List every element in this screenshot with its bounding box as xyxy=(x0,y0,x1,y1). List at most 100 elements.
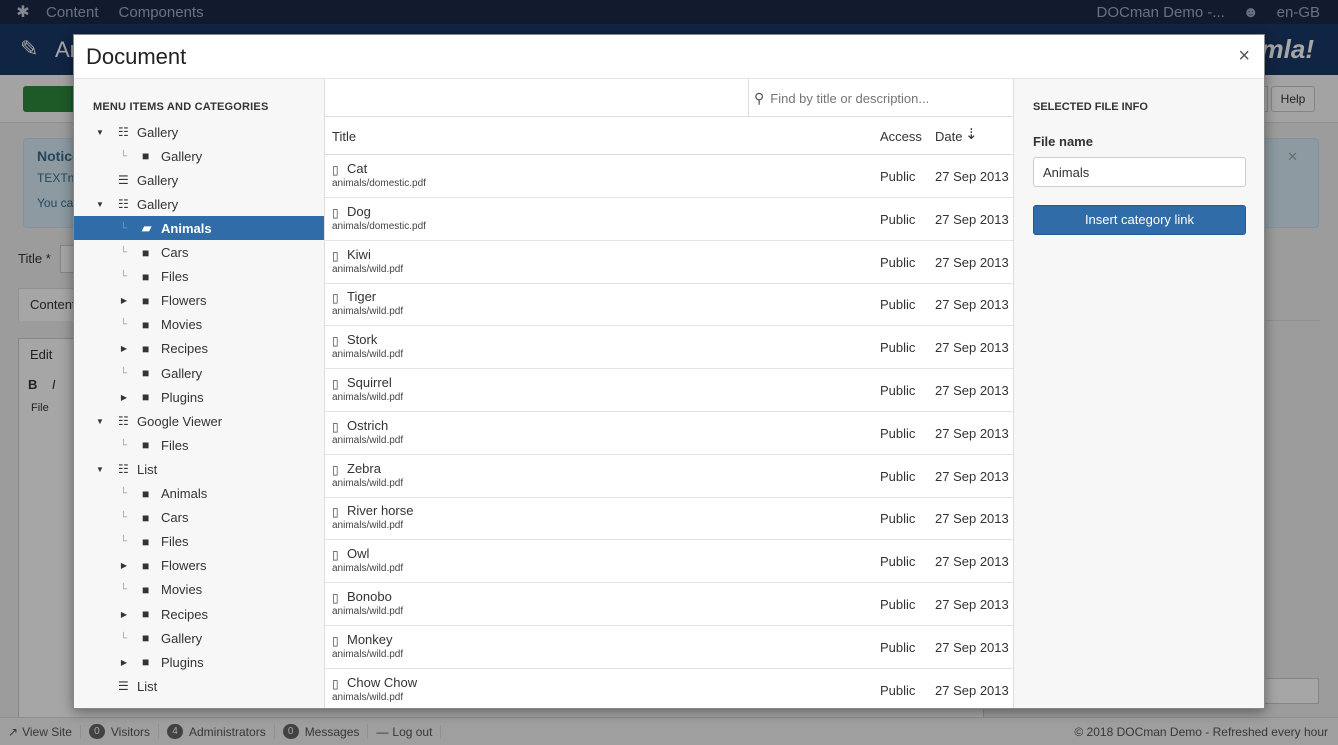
table-row[interactable]: ▯ Owl animals/wild.pdf Public 27 Sep 2013 xyxy=(325,540,1013,584)
file-access: Public xyxy=(880,169,916,184)
caret-right-icon[interactable]: ▶ xyxy=(119,344,129,353)
file-name-label: File name xyxy=(1033,134,1093,149)
folder-icon: ■ xyxy=(142,341,150,356)
file-title: Squirrel xyxy=(347,375,392,390)
caret-right-icon[interactable]: ▶ xyxy=(119,393,129,402)
folder-icon: ■ xyxy=(142,486,150,501)
insert-category-link-button[interactable]: Insert category link xyxy=(1033,205,1246,235)
tree-item[interactable]: ▶ ■ Plugins xyxy=(74,385,324,409)
tree-item[interactable]: ▶ ■ Recipes xyxy=(74,337,324,361)
pdf-file-icon: ▯ xyxy=(332,633,339,648)
tree-item[interactable]: └ ■ Movies xyxy=(74,578,324,602)
tree-item-label: Flowers xyxy=(161,558,207,574)
table-row[interactable]: ▯ Squirrel animals/wild.pdf Public 27 Sep 20… xyxy=(325,369,1013,412)
tree-item[interactable]: ▼ ☷ List xyxy=(74,457,324,481)
tree-item-label: Animals xyxy=(161,220,212,236)
tree-item-label: Movies xyxy=(161,317,203,333)
pdf-file-icon: ▯ xyxy=(332,205,339,220)
sort-descending-icon[interactable]: ⇣ xyxy=(965,125,978,143)
table-row[interactable]: ▯ Dog animals/domestic.pdf Public 27 Sep 201… xyxy=(325,198,1013,241)
tree-item-label: Cars xyxy=(161,245,189,260)
table-row[interactable]: ▯ Bonobo animals/wild.pdf Public 27 Sep 2013 xyxy=(325,583,1013,626)
file-title: Ostrich xyxy=(347,417,389,433)
tree-item[interactable]: ☰ List xyxy=(74,674,324,698)
table-row[interactable]: ▯ Chow Chow animals/wild.pdf Public 27 Sep 2… xyxy=(325,669,1013,708)
tree-item[interactable]: ▼ ☷ Gallery xyxy=(74,120,324,144)
file-date: 27 Sep 2013 xyxy=(935,169,1009,184)
search-box: ⚲ xyxy=(748,79,1013,117)
file-title: Monkey xyxy=(347,631,393,647)
tree-item-label: Gallery xyxy=(161,365,203,381)
table-row[interactable]: ▯ Monkey animals/wild.pdf Public 27 Sep 2013 xyxy=(325,626,1013,669)
file-access: Public xyxy=(880,682,916,698)
tree-item[interactable]: └ ■ Animals xyxy=(74,482,324,506)
tree-item[interactable]: ☰ Gallery xyxy=(74,168,324,192)
caret-right-icon[interactable]: ▶ xyxy=(119,610,129,619)
file-access: Public xyxy=(880,254,916,270)
tree-item[interactable]: ▶ ■ Flowers xyxy=(74,554,324,578)
file-path: animals/domestic.pdf xyxy=(332,178,426,189)
table-row[interactable]: ▯ River horse animals/wild.pdf Public 27 Sep… xyxy=(325,497,1013,541)
tree-item-label: Movies xyxy=(161,582,203,598)
caret-right-icon[interactable]: ▶ xyxy=(119,658,129,667)
modal-title: Document xyxy=(86,44,187,69)
tree-item-label: Files xyxy=(161,534,189,550)
file-name-field[interactable] xyxy=(1033,157,1246,187)
tree-item[interactable]: └ ■ Movies xyxy=(74,313,324,337)
tree-item-label: Gallery xyxy=(161,148,203,164)
caret-right-icon[interactable]: ▶ xyxy=(119,296,129,305)
table-row[interactable]: ▯ Stork animals/wild.pdf Public 27 Sep 2013 xyxy=(325,326,1013,370)
folder-icon: ■ xyxy=(142,149,150,164)
tree-item[interactable]: └ ■ Cars xyxy=(74,241,324,265)
file-path: animals/wild.pdf xyxy=(332,349,404,361)
column-date[interactable]: Date xyxy=(935,129,962,144)
tree-item-label: Flowers xyxy=(161,293,207,309)
tree-item[interactable]: └ ■ Files xyxy=(74,433,324,457)
tree-item[interactable]: └ ■ Gallery xyxy=(74,626,324,650)
file-title: Kiwi xyxy=(347,246,371,262)
table-row[interactable]: ▯ Zebra animals/wild.pdf Public 27 Sep 2013 xyxy=(325,455,1013,498)
tree-item[interactable]: ▶ ■ Plugins xyxy=(74,650,324,674)
file-path: animals/wild.pdf xyxy=(332,520,404,532)
folder-icon: ■ xyxy=(142,293,150,308)
file-date: 27 Sep 2013 xyxy=(935,383,1009,398)
file-path: animals/wild.pdf xyxy=(332,263,404,275)
tree-item[interactable]: └ ■ Files xyxy=(74,265,324,289)
caret-down-icon[interactable]: ▼ xyxy=(95,417,105,426)
table-row[interactable]: ▯ Tiger animals/wild.pdf Public 27 Sep 2013 xyxy=(325,283,1013,327)
tree-item[interactable]: └ ■ Files xyxy=(74,530,324,554)
branch-line-icon: └ xyxy=(120,536,128,548)
tree-item[interactable]: └ ■ Gallery xyxy=(74,361,324,385)
caret-down-icon[interactable]: ▼ xyxy=(95,128,105,137)
tree-item-label: Cars xyxy=(161,510,189,526)
search-icon: ⚲ xyxy=(754,89,765,106)
menu-tree-icon: ☷ xyxy=(118,197,129,212)
table-row[interactable]: ▯ Cat animals/domestic.pdf Public 27 Sep 201… xyxy=(325,155,1013,198)
tree-item[interactable]: ▶ ■ Recipes xyxy=(74,602,324,626)
pdf-file-icon: ▯ xyxy=(332,676,339,691)
branch-line-icon: └ xyxy=(120,584,128,596)
close-icon[interactable]: × xyxy=(1238,45,1250,68)
file-date: 27 Sep 2013 xyxy=(935,297,1009,313)
branch-line-icon: └ xyxy=(120,439,128,451)
file-title: Owl xyxy=(347,546,370,562)
column-title[interactable]: Title xyxy=(332,129,356,144)
table-row[interactable]: ▯ Kiwi animals/wild.pdf Public 27 Sep 2013 xyxy=(325,241,1013,284)
caret-down-icon[interactable]: ▼ xyxy=(95,200,105,209)
document-modal: Document × MENU ITEMS AND CATEGORIES ▼ ☷ G… xyxy=(73,34,1265,709)
file-access: Public xyxy=(880,468,916,484)
tree-item[interactable]: ▶ ■ Flowers xyxy=(74,289,324,313)
tree-item[interactable]: └ ■ Cars xyxy=(74,506,324,530)
menu-list-icon: ☰ xyxy=(118,679,129,694)
caret-right-icon[interactable]: ▶ xyxy=(119,561,129,570)
tree-item[interactable]: ▼ ☷ Gallery xyxy=(74,192,324,216)
file-path: animals/wild.pdf xyxy=(332,477,404,489)
tree-item[interactable]: ▼ ☷ Google Viewer xyxy=(74,409,324,433)
table-row[interactable]: ▯ Ostrich animals/wild.pdf Public 27 Sep 201… xyxy=(325,412,1013,455)
tree-item-label: Recipes xyxy=(161,341,208,357)
search-input[interactable] xyxy=(770,90,1001,106)
column-access[interactable]: Access xyxy=(880,129,922,144)
caret-down-icon[interactable]: ▼ xyxy=(95,465,105,474)
tree-item[interactable]: └ ▰ Animals xyxy=(74,216,324,241)
tree-item[interactable]: └ ■ Gallery xyxy=(74,144,324,168)
